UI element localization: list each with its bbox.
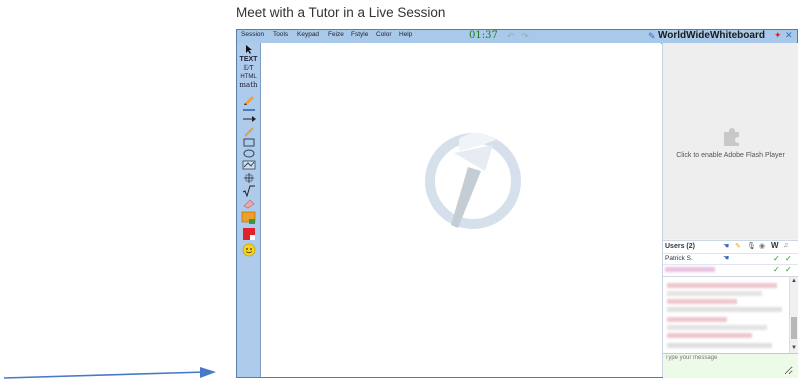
spacer: [0, 386, 1, 387]
annotation-arrow-line: [3, 371, 207, 379]
pointer-arrow-overlay: [3, 367, 216, 379]
annotation-arrow-head: [200, 367, 216, 378]
